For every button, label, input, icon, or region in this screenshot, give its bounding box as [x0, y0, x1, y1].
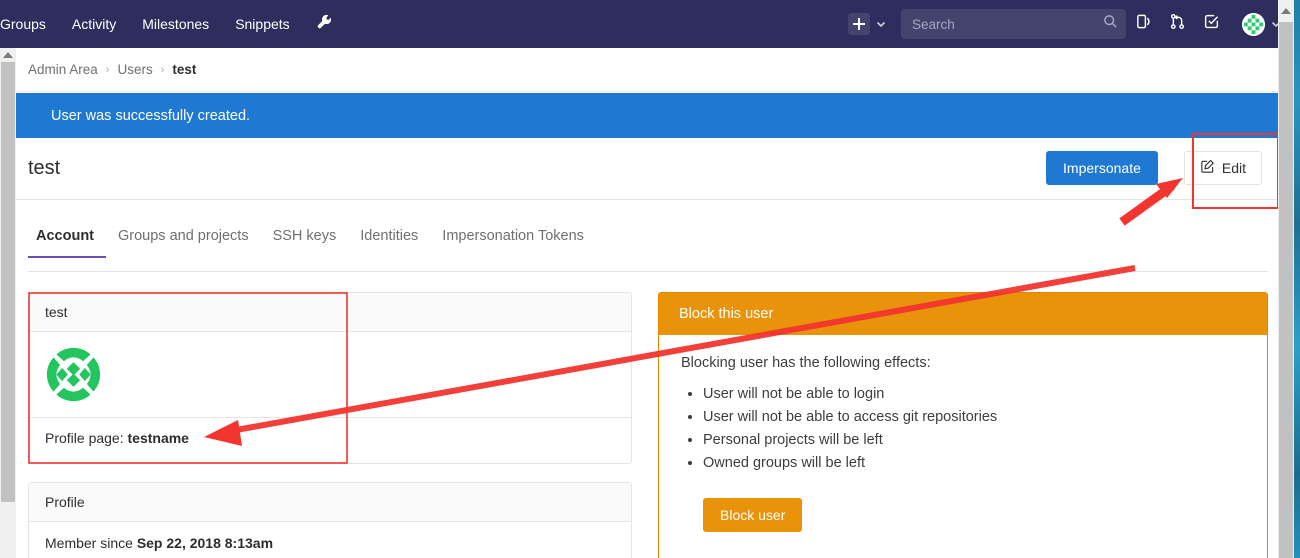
member-since-row: Member since Sep 22, 2018 8:13am [29, 522, 631, 558]
user-card: test Profile page: testname [28, 292, 632, 464]
issues-icon [1135, 13, 1152, 35]
list-item: Owned groups will be left [703, 453, 1245, 474]
window-edge-strip [1294, 0, 1300, 558]
todos-icon [1203, 13, 1220, 35]
nav-item-activity[interactable]: Activity [59, 0, 129, 48]
tab-impersonation-tokens[interactable]: Impersonation Tokens [430, 228, 596, 257]
chevron-down-icon [875, 18, 887, 30]
page-title: test [28, 157, 61, 179]
list-item: User will not be able to access git repo… [703, 407, 1245, 428]
pencil-square-icon [1200, 159, 1215, 177]
plus-icon [848, 13, 870, 35]
admin-area-wrench-button[interactable] [303, 14, 345, 35]
right-scrollbar-thumb[interactable] [1279, 22, 1293, 558]
block-effects-list: User will not be able to login User will… [703, 384, 1245, 474]
navbar-links: Groups Activity Milestones Snippets [0, 0, 345, 48]
scroll-up-arrow-icon[interactable] [1278, 4, 1294, 18]
navbar-right [848, 0, 1282, 48]
wrench-icon [317, 14, 331, 35]
breadcrumb-current: test [172, 62, 197, 77]
tab-identities[interactable]: Identities [348, 228, 430, 257]
todos-icon-button[interactable] [1194, 0, 1228, 48]
breadcrumb-item-admin-area[interactable]: Admin Area [28, 62, 98, 77]
search-icon [1103, 14, 1118, 34]
block-panel-header: Block this user [659, 293, 1267, 335]
tab-account[interactable]: Account [28, 228, 106, 258]
right-scrollbar[interactable] [1278, 0, 1294, 558]
edit-button-label: Edit [1221, 160, 1246, 176]
top-navbar: Groups Activity Milestones Snippets [0, 0, 1300, 48]
user-card-body [29, 332, 631, 417]
flash-text: User was successfully created. [51, 107, 251, 124]
screenshot-root: Groups Activity Milestones Snippets Sear… [0, 0, 1300, 558]
left-scrollbar-thumb[interactable] [1, 62, 15, 502]
issues-icon-button[interactable] [1126, 0, 1160, 48]
breadcrumb-separator-icon: › [105, 63, 110, 76]
left-scrollbar[interactable] [0, 48, 16, 558]
page-header: test Impersonate Edit [15, 138, 1278, 200]
search-box[interactable] [901, 9, 1126, 39]
profile-card: Profile Member since Sep 22, 2018 8:13am [28, 482, 632, 558]
block-user-button[interactable]: Block user [703, 498, 803, 532]
merge-requests-icon-button[interactable] [1160, 0, 1194, 48]
user-card-header: test [29, 293, 631, 332]
edit-button[interactable]: Edit [1183, 151, 1262, 185]
list-item: Personal projects will be left [703, 430, 1245, 451]
breadcrumb: Admin Area › Users › test [0, 48, 1278, 92]
block-panel-intro: Blocking user has the following effects: [681, 355, 931, 371]
search-input[interactable] [912, 16, 1103, 32]
flash-success-message: User was successfully created. [15, 93, 1278, 138]
user-menu-button[interactable] [1232, 12, 1282, 36]
impersonate-button[interactable]: Impersonate [1046, 151, 1158, 185]
user-identicon-avatar [45, 346, 102, 403]
member-since-value: Sep 22, 2018 8:13am [136, 535, 274, 551]
profile-page-value[interactable]: testname [128, 430, 189, 446]
user-avatar [1242, 12, 1265, 36]
block-panel-body: Blocking user has the following effects:… [659, 335, 1267, 532]
tab-ssh-keys[interactable]: SSH keys [261, 228, 349, 257]
member-since-label: Member since [45, 535, 133, 551]
nav-item-milestones[interactable]: Milestones [129, 0, 222, 48]
scroll-up-arrow-icon[interactable] [0, 48, 16, 62]
profile-page-label: Profile page: [45, 430, 124, 446]
breadcrumb-separator-icon: › [160, 63, 165, 76]
merge-requests-icon [1169, 13, 1186, 35]
nav-item-groups[interactable]: Groups [0, 0, 59, 48]
tab-groups-and-projects[interactable]: Groups and projects [106, 228, 261, 257]
tab-bar: Account Groups and projects SSH keys Ide… [28, 228, 1268, 272]
user-card-footer: Profile page: testname [29, 417, 631, 458]
profile-card-header: Profile [29, 483, 631, 522]
page-header-actions: Impersonate Edit [1046, 151, 1262, 185]
block-user-panel: Block this user Blocking user has the fo… [658, 292, 1268, 558]
new-dropdown-button[interactable] [848, 13, 887, 35]
nav-item-snippets[interactable]: Snippets [222, 0, 302, 48]
breadcrumb-item-users[interactable]: Users [117, 62, 152, 77]
list-item: User will not be able to login [703, 384, 1245, 405]
